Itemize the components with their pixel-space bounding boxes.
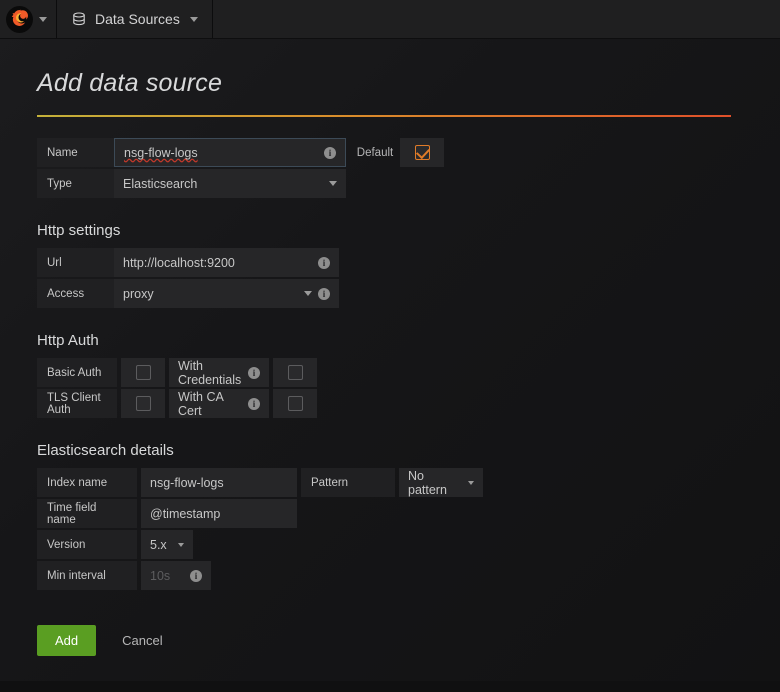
name-label: Name: [37, 138, 114, 167]
checkbox-checked-icon: [415, 145, 430, 160]
time-field-input[interactable]: @timestamp: [141, 499, 297, 528]
version-label: Version: [37, 530, 137, 559]
access-label: Access: [37, 279, 114, 308]
pattern-label: Pattern: [301, 468, 395, 497]
type-select[interactable]: Elasticsearch: [114, 169, 346, 198]
http-auth-title: Http Auth: [37, 332, 780, 349]
info-icon[interactable]: i: [318, 288, 330, 300]
info-icon[interactable]: i: [248, 367, 260, 379]
grafana-home-button[interactable]: [0, 0, 57, 38]
chevron-down-icon: [39, 17, 47, 22]
version-select-value: 5.x: [150, 538, 172, 552]
access-row: Access proxy i: [37, 279, 780, 308]
with-credentials-checkbox[interactable]: [273, 358, 317, 387]
with-ca-cert-label: With CA Cert: [178, 390, 242, 418]
url-label: Url: [37, 248, 114, 277]
page-title: Add data source: [37, 69, 780, 98]
grafana-logo-icon: [6, 6, 33, 33]
type-row: Type Elasticsearch: [37, 169, 780, 198]
checkbox-icon: [288, 365, 303, 380]
tls-client-auth-label: TLS Client Auth: [37, 389, 117, 418]
version-select[interactable]: 5.x: [141, 530, 193, 559]
url-input-value: http://localhost:9200: [123, 256, 312, 270]
info-icon[interactable]: i: [248, 398, 260, 410]
http-auth-row: Basic Auth With Credentials i: [37, 358, 780, 387]
index-name-value: nsg-flow-logs: [150, 476, 288, 490]
time-field-label: Time field name: [37, 499, 137, 528]
default-label: Default: [350, 138, 400, 167]
chevron-down-icon: [329, 181, 337, 186]
index-name-input[interactable]: nsg-flow-logs: [141, 468, 297, 497]
checkbox-icon: [136, 396, 151, 411]
pattern-select[interactable]: No pattern: [399, 468, 483, 497]
nav-item-data-sources[interactable]: Data Sources: [57, 0, 213, 38]
info-icon[interactable]: i: [318, 257, 330, 269]
time-field-value: @timestamp: [150, 507, 288, 521]
min-interval-input[interactable]: 10s i: [141, 561, 211, 590]
add-data-source-page: Add data source Name nsg-flow-logs i Def…: [0, 39, 780, 656]
with-ca-cert-label-cell: With CA Cert i: [169, 389, 269, 418]
type-select-value: Elasticsearch: [123, 177, 323, 191]
info-icon[interactable]: i: [190, 570, 202, 582]
form-actions: Add Cancel: [37, 625, 780, 656]
name-row: Name nsg-flow-logs i Default: [37, 138, 780, 167]
http-settings-section: Http settings Url http://localhost:9200 …: [37, 222, 780, 308]
min-interval-row: Min interval 10s i: [37, 561, 780, 590]
with-credentials-label: With Credentials: [178, 359, 242, 387]
with-credentials-label-cell: With Credentials i: [169, 358, 269, 387]
http-settings-title: Http settings: [37, 222, 780, 239]
access-select-value: proxy: [123, 287, 298, 301]
navbar-empty-area: [213, 0, 780, 38]
database-icon: [71, 11, 87, 27]
nav-item-label: Data Sources: [95, 11, 180, 27]
name-input-value: nsg-flow-logs: [124, 146, 318, 160]
time-field-row: Time field name @timestamp: [37, 499, 780, 528]
url-input[interactable]: http://localhost:9200 i: [114, 248, 339, 277]
add-button[interactable]: Add: [37, 625, 96, 656]
footer-strip: [0, 681, 780, 692]
type-label: Type: [37, 169, 114, 198]
checkbox-icon: [288, 396, 303, 411]
min-interval-label: Min interval: [37, 561, 137, 590]
chevron-down-icon: [178, 543, 184, 547]
elasticsearch-details-section: Elasticsearch details Index name nsg-flo…: [37, 442, 780, 590]
min-interval-placeholder: 10s: [150, 569, 184, 583]
checkbox-icon: [136, 365, 151, 380]
cancel-button[interactable]: Cancel: [116, 632, 168, 649]
http-auth-row: TLS Client Auth With CA Cert i: [37, 389, 780, 418]
version-row: Version 5.x: [37, 530, 780, 559]
default-checkbox[interactable]: [400, 138, 444, 167]
basic-auth-label: Basic Auth: [37, 358, 117, 387]
chevron-down-icon: [190, 17, 198, 22]
access-select[interactable]: proxy i: [114, 279, 339, 308]
with-ca-cert-checkbox[interactable]: [273, 389, 317, 418]
http-auth-section: Http Auth Basic Auth With Credentials i …: [37, 332, 780, 418]
basic-settings-section: Name nsg-flow-logs i Default Type Elasti…: [37, 138, 780, 198]
chevron-down-icon: [468, 481, 474, 485]
chevron-down-icon: [304, 291, 312, 296]
elasticsearch-details-title: Elasticsearch details: [37, 442, 780, 459]
pattern-select-value: No pattern: [408, 469, 462, 497]
tls-client-auth-checkbox[interactable]: [121, 389, 165, 418]
title-divider: [37, 115, 731, 117]
index-name-row: Index name nsg-flow-logs Pattern No patt…: [37, 468, 780, 497]
basic-auth-checkbox[interactable]: [121, 358, 165, 387]
top-navbar: Data Sources: [0, 0, 780, 39]
name-input[interactable]: nsg-flow-logs i: [114, 138, 346, 167]
index-name-label: Index name: [37, 468, 137, 497]
url-row: Url http://localhost:9200 i: [37, 248, 780, 277]
info-icon[interactable]: i: [324, 147, 336, 159]
